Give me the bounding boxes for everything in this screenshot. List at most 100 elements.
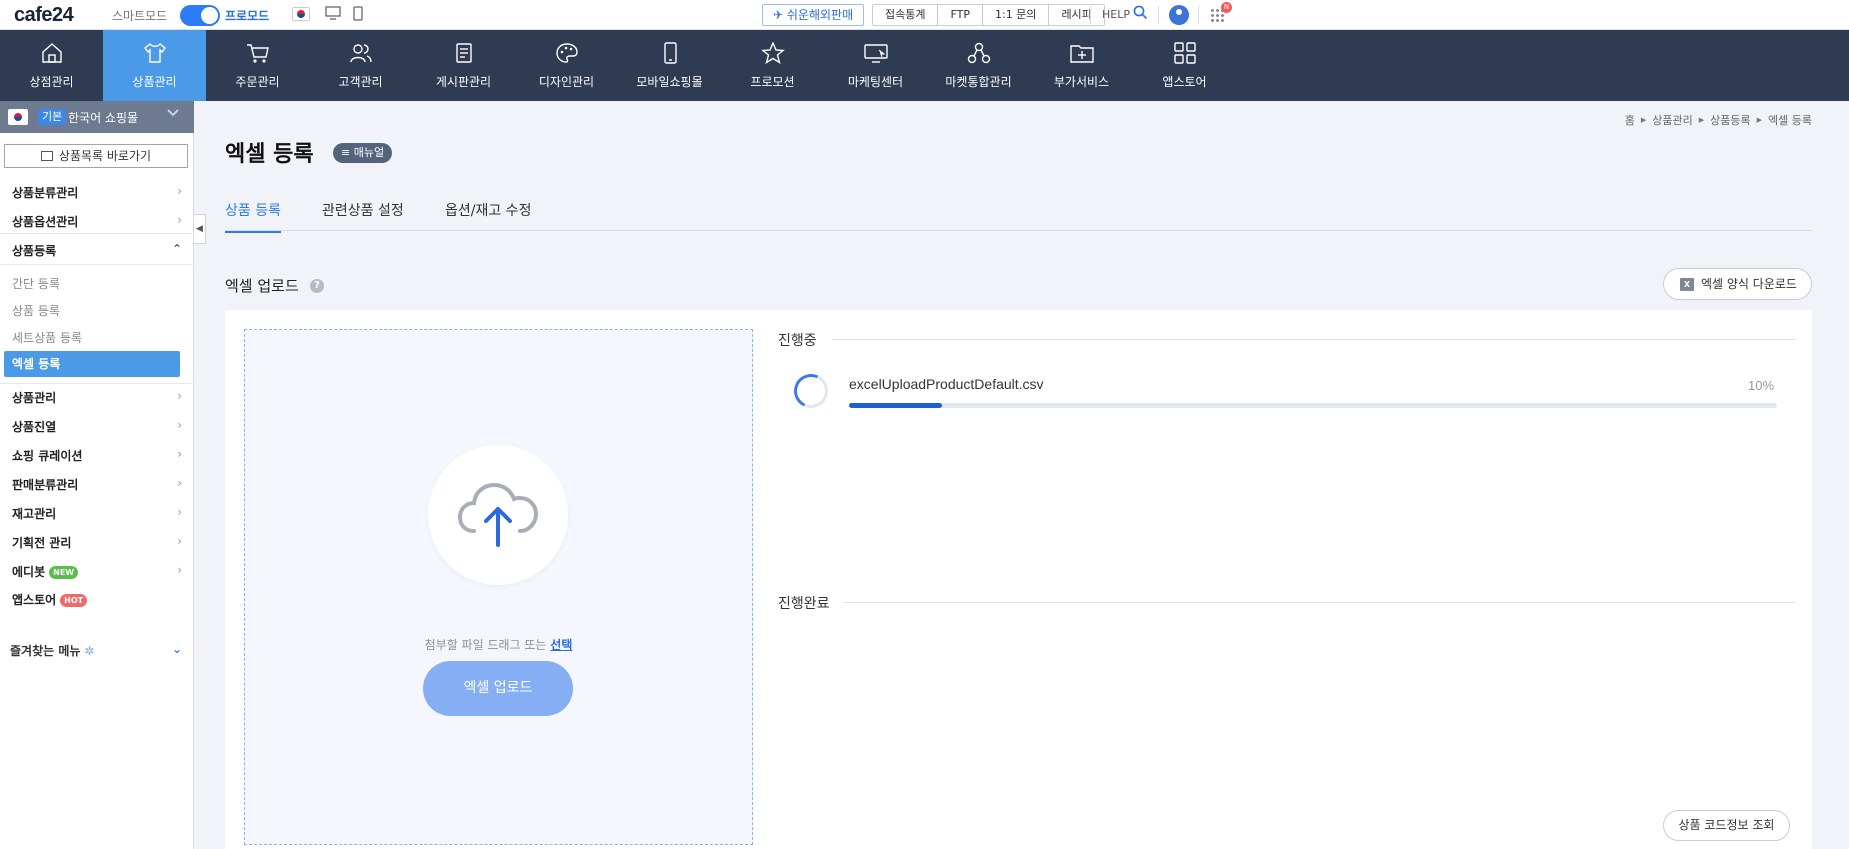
excel-upload-button[interactable]: 엑셀 업로드 (423, 661, 573, 716)
excel-template-download-button[interactable]: X 엑셀 양식 다운로드 (1663, 268, 1812, 300)
sidebar-sub-product-registration[interactable]: 상품 등록 (12, 302, 60, 319)
favorite-menu-toggle[interactable]: 즐겨찾는 메뉴 ✲ ⌄ (10, 642, 182, 659)
nav-market-integration[interactable]: 마켓통합관리 (927, 30, 1030, 101)
sidebar-item-category[interactable]: 상품분류관리 › (12, 184, 182, 201)
home-icon (41, 43, 62, 63)
search-icon[interactable] (1133, 5, 1148, 24)
sidebar-item-curation[interactable]: 쇼핑 큐레이션 › (12, 447, 182, 464)
stats-link[interactable]: 접속통계 (873, 5, 939, 25)
chevron-right-icon: › (177, 418, 182, 432)
smart-mode-label[interactable]: 스마트모드 (112, 7, 167, 24)
caret-right-icon: ▶ (1698, 116, 1705, 124)
nav-label: 마케팅센터 (847, 75, 904, 89)
tab-product-registration[interactable]: 상품 등록 (225, 200, 281, 233)
breadcrumb-item[interactable]: 상품관리 (1652, 112, 1692, 128)
tab-option-stock-edit[interactable]: 옵션/재고 수정 (445, 200, 531, 220)
sidebar-item-display[interactable]: 상품진열 › (12, 418, 182, 435)
nav-app-store[interactable]: 앱스토어 (1133, 30, 1236, 101)
tab-related-products[interactable]: 관련상품 설정 (322, 200, 404, 220)
chevron-down-icon (167, 107, 179, 122)
nav-design-management[interactable]: 디자인관리 (515, 30, 618, 101)
sidebar-sub-simple-registration[interactable]: 간단 등록 (12, 275, 60, 292)
nav-customer-management[interactable]: 고객관리 (309, 30, 412, 101)
page-title: 엑셀 등록 (225, 142, 314, 167)
chevron-right-icon: › (177, 534, 182, 548)
profile-avatar-icon[interactable] (1169, 5, 1189, 25)
sidebar-item-label: 재고관리 (12, 507, 57, 521)
pro-mode-label[interactable]: 프로모드 (225, 7, 269, 24)
divider (0, 233, 194, 234)
nav-additional-services[interactable]: 부가서비스 (1030, 30, 1133, 101)
nav-product-management[interactable]: 상품관리 (103, 30, 206, 101)
download-label: 엑셀 양식 다운로드 (1701, 277, 1797, 291)
chevron-right-icon: › (177, 184, 182, 198)
nav-promotion[interactable]: 프로모션 (721, 30, 824, 101)
sidebar-sub-excel-registration[interactable]: 엑셀 등록 (4, 351, 180, 377)
tab-bar: 상품 등록 관련상품 설정 옵션/재고 수정 (225, 198, 1812, 233)
nav-board-management[interactable]: 게시판관리 (412, 30, 515, 101)
help-link[interactable]: HELP (1102, 8, 1130, 21)
sidebar-item-product-management[interactable]: 상품관리 › (12, 389, 182, 406)
desktop-icon[interactable] (325, 6, 341, 24)
sidebar-item-inventory[interactable]: 재고관리 › (12, 505, 182, 522)
chevron-up-icon: ⌃ (171, 242, 182, 256)
mobile-icon[interactable] (353, 6, 363, 25)
divider (1090, 6, 1091, 24)
nav-order-management[interactable]: 주문관리 (206, 30, 309, 101)
ftp-link[interactable]: FTP (938, 5, 983, 25)
chevron-right-icon: › (177, 389, 182, 403)
select-file-link[interactable]: 선택 (550, 638, 572, 652)
list-icon (40, 151, 53, 161)
in-progress-label: 진행중 (778, 333, 817, 349)
cafe24-logo[interactable]: cafe24 (14, 4, 74, 27)
nav-store-management[interactable]: 상점관리 (0, 30, 103, 101)
sidebar-sub-set-registration[interactable]: 세트상품 등록 (12, 329, 82, 346)
upload-progress-bar (849, 403, 1777, 408)
chevron-right-icon: › (177, 447, 182, 461)
breadcrumb-current: 엑셀 등록 (1768, 114, 1812, 127)
nav-label: 프로모션 (750, 75, 795, 89)
nav-label: 주문관리 (235, 75, 280, 89)
favorites-label: 즐겨찾는 메뉴 (10, 644, 81, 658)
file-drop-zone[interactable]: 첨부할 파일 드래그 또는 선택 엑셀 업로드 (244, 329, 753, 845)
global-sales-button[interactable]: ✈ 쉬운해외판매 (762, 4, 865, 26)
product-code-lookup-button[interactable]: 상품 코드정보 조회 (1663, 810, 1790, 841)
breadcrumb-item[interactable]: 상품등록 (1710, 112, 1750, 128)
recipe-link[interactable]: 레시피 (1049, 5, 1103, 25)
hot-badge: HOT (60, 594, 88, 607)
divider (1158, 6, 1159, 24)
palette-icon (555, 43, 578, 63)
nav-mobile-mall[interactable]: 모바일쇼핑몰 (618, 30, 721, 101)
sidebar-item-label: 상품진열 (12, 420, 57, 434)
gear-icon[interactable]: ✲ (84, 644, 94, 658)
nav-marketing-center[interactable]: 마케팅센터 (824, 30, 927, 101)
caret-right-icon: ▶ (1640, 116, 1647, 124)
korea-flag-icon[interactable] (292, 7, 310, 21)
chevron-down-icon: ⌄ (171, 642, 182, 656)
top-links-group: 접속통계 FTP 1:1 문의 레시피 (872, 4, 1105, 26)
breadcrumb-home[interactable]: 홈 (1625, 112, 1635, 128)
manual-button[interactable]: ≡ 매뉴얼 (333, 143, 393, 163)
sidebar-item-label: 상품분류관리 (12, 186, 79, 200)
sidebar-item-appstore[interactable]: 앱스토어 HOT (12, 591, 182, 608)
chevron-right-icon: › (177, 505, 182, 519)
mobile-icon (663, 42, 677, 64)
mode-toggle[interactable] (180, 5, 220, 26)
chevron-right-icon: › (177, 476, 182, 490)
korea-flag-icon (8, 109, 28, 125)
sidebar-item-edibot[interactable]: 에디봇 NEW › (12, 563, 182, 580)
drop-instructions: 첨부할 파일 드래그 또는 선택 (245, 636, 752, 653)
grid-icon (1173, 42, 1196, 64)
product-list-shortcut-button[interactable]: 상품목록 바로가기 (4, 144, 188, 168)
global-sales-label: 쉬운해외판매 (786, 8, 854, 22)
sidebar-item-exhibition[interactable]: 기획전 관리 › (12, 534, 182, 551)
sidebar-item-label: 상품관리 (12, 391, 57, 405)
sidebar-item-product-registration[interactable]: 상품등록 ⌃ (12, 242, 182, 259)
help-icon[interactable]: ? (310, 279, 324, 293)
divider (1198, 6, 1199, 24)
sidebar-item-sales-category[interactable]: 판매분류관리 › (12, 476, 182, 493)
sidebar-item-options[interactable]: 상품옵션관리 › (12, 213, 182, 230)
sidebar-collapse-handle[interactable]: ◀ (194, 214, 206, 244)
inquiry-link[interactable]: 1:1 문의 (983, 5, 1050, 25)
mall-selector[interactable]: 기본 한국어 쇼핑몰 (0, 101, 194, 133)
